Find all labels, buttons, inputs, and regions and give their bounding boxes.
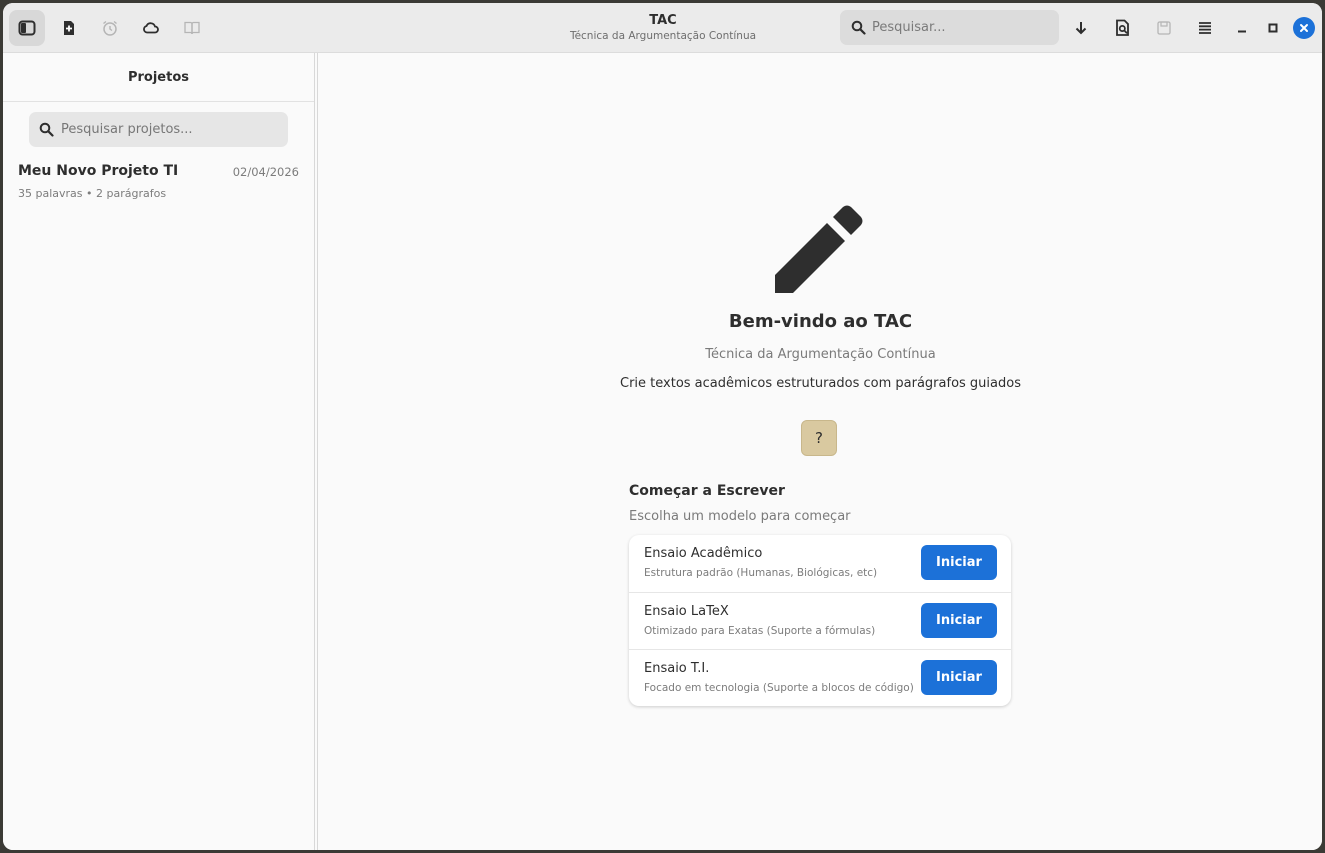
template-name: Ensaio T.I. [644,661,710,676]
new-document-icon [64,21,74,35]
close-icon [1293,17,1315,39]
maximize-icon [1268,23,1278,33]
project-list-item[interactable]: Meu Novo Projeto TI 02/04/2026 35 palavr… [3,157,314,207]
help-button[interactable]: ? [801,420,837,456]
library-button[interactable] [174,10,210,46]
project-search-input[interactable]: Pesquisar projetos... [29,112,288,147]
sidebar-resize-handle[interactable] [317,53,318,850]
start-it-button[interactable]: Iniciar [921,660,997,695]
template-row-academic: Ensaio Acadêmico Estrutura padrão (Human… [629,535,1011,592]
save-icon [1157,21,1171,35]
cloud-icon [143,22,159,34]
alarm-icon [103,20,117,36]
search-icon [39,122,54,137]
book-icon [184,21,200,35]
welcome-tagline: Técnica da Argumentação Contínua [705,347,936,362]
start-writing-subtitle: Escolha um modelo para começar [629,509,851,524]
template-name: Ensaio Acadêmico [644,546,763,561]
template-row-latex: Ensaio LaTeX Otimizado para Exatas (Supo… [629,592,1011,650]
template-list: Ensaio Acadêmico Estrutura padrão (Human… [629,535,1011,706]
welcome-title: Bem-vindo ao TAC [728,311,913,332]
global-search-placeholder: Pesquisar... [872,20,946,35]
project-name: Meu Novo Projeto TI [18,163,179,179]
search-icon [851,20,866,35]
welcome-page: Bem-vindo ao TAC Técnica da Argumentação… [319,53,1322,850]
welcome-description: Crie textos acadêmicos estruturados com … [620,376,1021,391]
new-project-button[interactable] [51,10,87,46]
download-icon [1075,22,1087,35]
document-search-icon [1116,19,1129,36]
template-description: Otimizado para Exatas (Suporte a fórmula… [644,625,876,637]
timer-button[interactable] [92,10,128,46]
sidebar-toggle-icon [18,20,36,36]
start-writing-title: Começar a Escrever [629,483,785,499]
template-description: Focado em tecnologia (Suporte a blocos d… [644,682,914,694]
project-search-placeholder: Pesquisar projetos... [61,122,193,137]
export-button[interactable] [1063,10,1099,46]
minimize-icon [1238,30,1246,33]
cloud-sync-button[interactable] [133,10,169,46]
projects-sidebar: Projetos Pesquisar projetos... Meu Novo … [3,53,315,850]
preview-button[interactable] [1105,10,1141,46]
template-description: Estrutura padrão (Humanas, Biológicas, e… [644,567,878,579]
close-button[interactable] [1293,17,1315,39]
template-name: Ensaio LaTeX [644,604,729,619]
pencil-icon [775,205,863,293]
project-date: 02/04/2026 [232,165,299,179]
header-bar: TAC Técnica da Argumentação Contínua Pes… [3,3,1322,53]
window-title-area: TAC Técnica da Argumentação Contínua [463,13,863,43]
start-academic-button[interactable]: Iniciar [921,545,997,580]
sidebar-toggle-button[interactable] [9,10,45,46]
maximize-button[interactable] [1262,17,1284,39]
start-latex-button[interactable]: Iniciar [921,603,997,638]
window-subtitle: Técnica da Argumentação Contínua [569,30,757,42]
window-title: TAC [649,13,677,28]
template-row-it: Ensaio T.I. Focado em tecnologia (Suport… [629,649,1011,707]
menu-icon [1199,22,1211,34]
main-menu-button[interactable] [1187,10,1223,46]
app-window: TAC Técnica da Argumentação Contínua Pes… [3,3,1322,850]
minimize-button[interactable] [1231,17,1253,39]
sidebar-title: Projetos [3,53,314,102]
project-meta: 35 palavras • 2 parágrafos [18,187,167,200]
save-button[interactable] [1146,10,1182,46]
global-search-input[interactable]: Pesquisar... [840,10,1059,45]
